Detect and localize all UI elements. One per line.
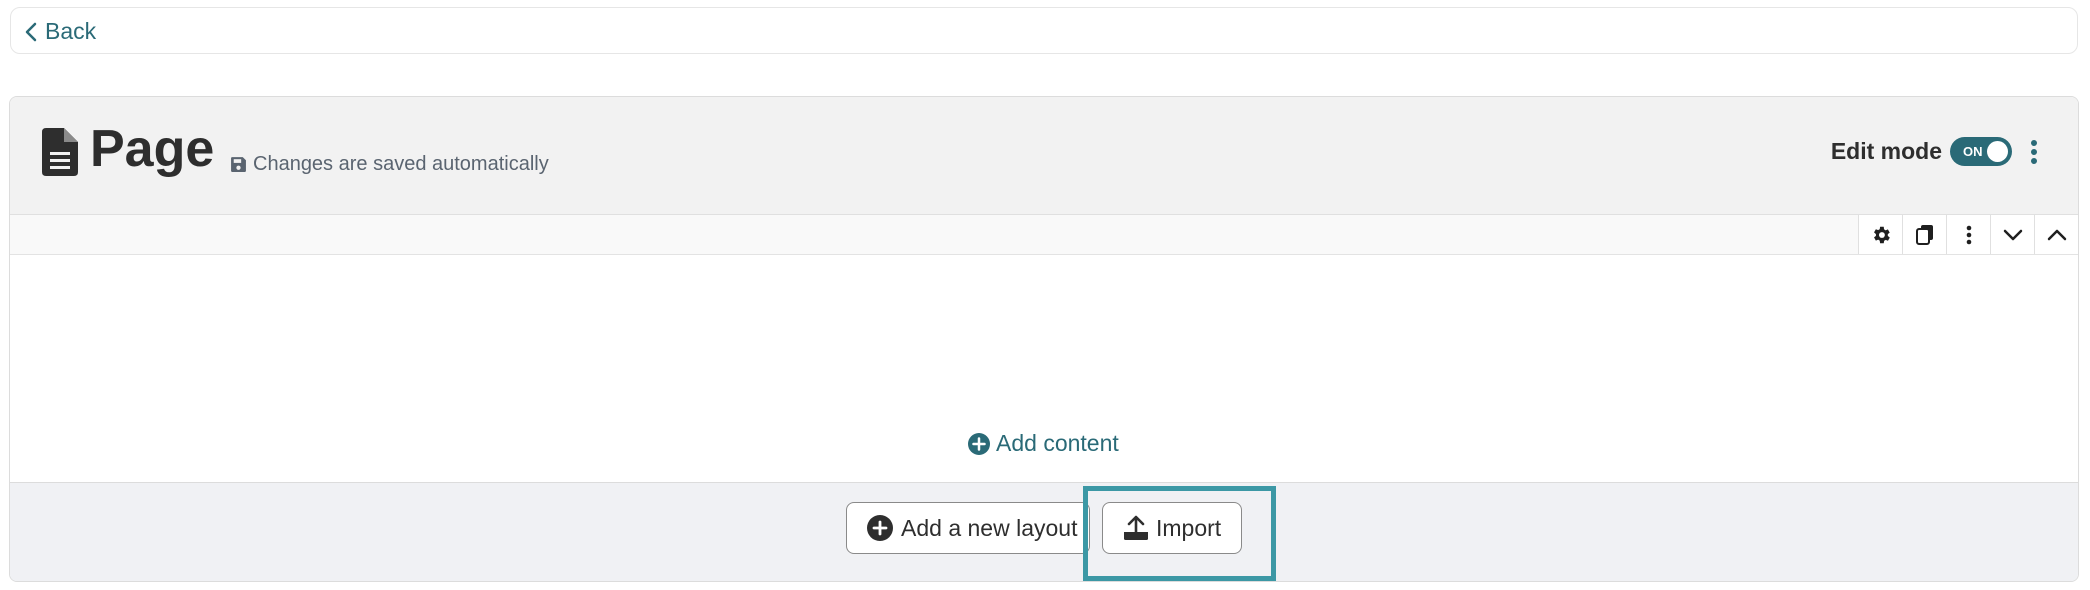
content-area: Add content <box>10 255 2078 482</box>
plus-circle-icon <box>968 432 990 455</box>
edit-mode-label: Edit mode <box>1830 138 1942 164</box>
add-layout-label: Add a new layout <box>901 514 1078 541</box>
page-header: Page Changes are saved automatically Edi… <box>10 97 2078 215</box>
edit-mode-toggle[interactable]: ON <box>1950 137 2012 166</box>
more-vertical-icon <box>2031 139 2037 164</box>
settings-button[interactable] <box>1858 215 1902 254</box>
import-label: Import <box>1156 514 1222 541</box>
block-more-button[interactable] <box>1946 215 1990 254</box>
floppy-disk-icon <box>231 157 246 172</box>
toggle-knob <box>1987 141 2008 162</box>
back-label: Back <box>45 18 97 44</box>
chevron-left-icon <box>25 22 37 41</box>
add-content-link[interactable]: Add content <box>968 430 1119 457</box>
duplicate-button[interactable] <box>1902 215 1946 254</box>
move-up-button[interactable] <box>2034 215 2078 254</box>
page-title: Page <box>90 120 215 178</box>
chevron-up-icon <box>2047 229 2066 240</box>
toggle-state-label: ON <box>1963 144 1983 159</box>
block-tools <box>1858 215 2078 254</box>
copy-icon <box>1915 224 1933 245</box>
plus-circle-icon <box>867 515 893 541</box>
add-layout-button[interactable]: Add a new layout <box>846 502 1090 554</box>
page-panel: Page Changes are saved automatically Edi… <box>9 96 2079 582</box>
block-toolbar <box>10 215 2078 255</box>
save-note-text: Changes are saved automatically <box>253 153 549 175</box>
gear-icon <box>1873 226 1890 243</box>
add-content-label: Add content <box>996 430 1119 456</box>
edit-mode-control: Edit mode ON <box>1831 137 2038 166</box>
upload-icon <box>1124 515 1148 540</box>
back-bar: Back <box>10 7 2078 54</box>
import-button[interactable]: Import <box>1102 502 1242 554</box>
save-status: Changes are saved automatically <box>230 153 549 176</box>
more-vertical-icon <box>1966 225 1971 244</box>
chevron-down-icon <box>2003 229 2022 240</box>
move-down-button[interactable] <box>1990 215 2034 254</box>
page-more-button[interactable] <box>2030 139 2038 165</box>
document-icon <box>42 128 78 176</box>
layout-footer: Add a new layout Import <box>10 482 2078 581</box>
back-link[interactable]: Back <box>25 18 96 45</box>
